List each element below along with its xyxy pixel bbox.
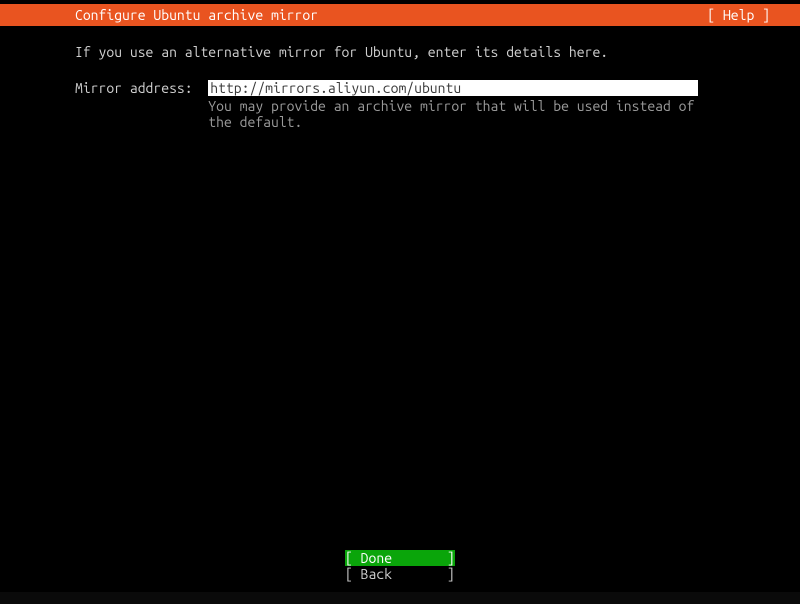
mirror-help-text: You may provide an archive mirror that w… [208,98,725,130]
mirror-address-row: Mirror address: http://mirrors.aliyun.co… [75,80,725,130]
bottom-border [0,592,800,604]
back-button[interactable]: [ Back ] [345,566,455,582]
footer-buttons: [ Done ] [ Back ] [0,550,800,582]
help-button[interactable]: [ Help ] [707,7,770,23]
description-text: If you use an alternative mirror for Ubu… [75,44,725,60]
help-line-2: the default. [208,114,725,130]
mirror-address-input[interactable]: http://mirrors.aliyun.com/ubuntu [208,80,698,96]
help-line-1: You may provide an archive mirror that w… [208,98,725,114]
mirror-address-label: Mirror address: [75,80,208,96]
header-bar: Configure Ubuntu archive mirror [ Help ] [0,4,800,26]
done-button[interactable]: [ Done ] [345,550,455,566]
content-area: If you use an alternative mirror for Ubu… [0,26,800,130]
mirror-input-area: http://mirrors.aliyun.com/ubuntu You may… [208,80,725,130]
page-title: Configure Ubuntu archive mirror [75,7,318,23]
